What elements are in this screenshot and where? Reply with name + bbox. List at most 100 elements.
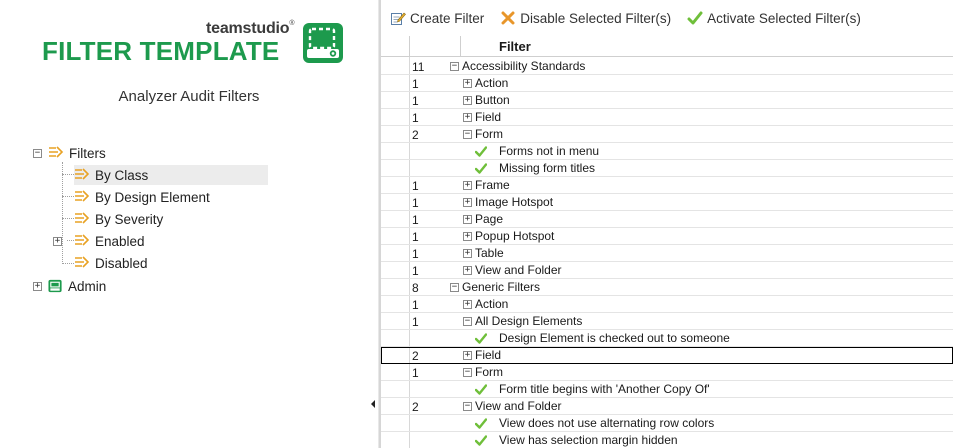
- collapse-icon[interactable]: −: [450, 61, 459, 71]
- table-row[interactable]: 1 − All Design Elements: [381, 313, 953, 330]
- row-count: 1: [412, 196, 419, 210]
- table-row[interactable]: 1 + Button: [381, 92, 953, 109]
- expand-icon[interactable]: +: [463, 197, 472, 207]
- collapse-icon[interactable]: −: [450, 282, 459, 292]
- filter-cell: − All Design Elements: [463, 314, 582, 328]
- table-row[interactable]: 1 − Form: [381, 364, 953, 381]
- expand-icon[interactable]: +: [463, 299, 472, 309]
- row-count: 1: [412, 94, 419, 108]
- table-row[interactable]: Forms not in menu: [381, 143, 953, 160]
- table-row[interactable]: 2 − Form: [381, 126, 953, 143]
- tree-node-by-design-element[interactable]: By Design Element: [74, 187, 212, 207]
- collapse-icon[interactable]: −: [33, 148, 42, 158]
- filter-cell: + Field: [463, 348, 501, 362]
- table-row[interactable]: View has selection margin hidden: [381, 432, 953, 448]
- table-row[interactable]: 1 + Image Hotspot: [381, 194, 953, 211]
- expand-icon[interactable]: +: [463, 112, 472, 122]
- expand-icon[interactable]: +: [463, 350, 472, 360]
- expand-icon[interactable]: +: [463, 214, 472, 224]
- filter-label: Design Element is checked out to someone: [499, 331, 730, 345]
- filter-label: Action: [475, 297, 509, 311]
- collapse-icon[interactable]: −: [463, 129, 472, 139]
- filter-label: Accessibility Standards: [462, 59, 586, 73]
- expand-icon[interactable]: +: [33, 281, 42, 291]
- table-row[interactable]: 2 + Field: [381, 347, 953, 364]
- tree-node-admin[interactable]: + Admin: [33, 276, 108, 296]
- collapse-icon[interactable]: −: [463, 367, 472, 377]
- filter-cell: Missing form titles: [475, 161, 595, 175]
- expand-icon[interactable]: +: [463, 265, 472, 275]
- table-row[interactable]: 8 − Generic Filters: [381, 279, 953, 296]
- tree-node-enabled[interactable]: + Enabled: [53, 231, 147, 251]
- tree-label: Disabled: [95, 255, 148, 271]
- expand-icon[interactable]: +: [463, 180, 472, 190]
- activate-check-icon: [687, 11, 703, 25]
- row-count: 8: [412, 281, 419, 295]
- create-filter-button[interactable]: Create Filter: [390, 10, 484, 26]
- row-count: 1: [412, 179, 419, 193]
- table-row[interactable]: 1 + View and Folder: [381, 262, 953, 279]
- table-row[interactable]: Form title begins with 'Another Copy Of': [381, 381, 953, 398]
- tree-node-by-class[interactable]: By Class: [74, 165, 268, 185]
- tree-node-disabled[interactable]: Disabled: [74, 253, 150, 273]
- product-title: FILTER TEMPLATE: [42, 36, 280, 66]
- filter-cell: View does not use alternating row colors: [475, 416, 714, 430]
- filter-label: Page: [475, 212, 504, 226]
- filter-icon: [49, 146, 64, 158]
- table-row[interactable]: 11 − Accessibility Standards: [381, 58, 953, 75]
- table-row[interactable]: 1 + Page: [381, 211, 953, 228]
- filter-icon: [75, 256, 90, 268]
- filter-label: View has selection margin hidden: [499, 433, 678, 447]
- table-row[interactable]: 1 + Frame: [381, 177, 953, 194]
- row-count: 2: [412, 349, 419, 363]
- table-row[interactable]: 1 + Popup Hotspot: [381, 228, 953, 245]
- filter-cell: − Form: [463, 127, 503, 141]
- expand-icon[interactable]: +: [463, 78, 472, 88]
- content-pane: Create Filter Disable Selected Filter(s)…: [381, 0, 953, 448]
- filter-label: View and Folder: [475, 263, 562, 277]
- expand-icon[interactable]: +: [53, 236, 62, 246]
- tree-node-by-severity[interactable]: By Severity: [74, 209, 165, 229]
- expand-icon[interactable]: +: [463, 248, 472, 258]
- table-row[interactable]: 1 + Table: [381, 245, 953, 262]
- filter-label: Forms not in menu: [499, 144, 600, 158]
- table-row[interactable]: 1 + Field: [381, 109, 953, 126]
- table-row[interactable]: Design Element is checked out to someone: [381, 330, 953, 347]
- filter-label: Table: [475, 246, 504, 260]
- checkmark-icon: [475, 434, 487, 446]
- expand-icon[interactable]: +: [463, 95, 472, 105]
- filter-cell: + Button: [463, 93, 510, 107]
- tree-label: By Severity: [95, 211, 164, 227]
- checkmark-icon: [475, 383, 487, 395]
- filter-label: All Design Elements: [475, 314, 583, 328]
- collapse-pane-arrow-icon[interactable]: [371, 400, 375, 408]
- table-row[interactable]: 2 − View and Folder: [381, 398, 953, 415]
- expand-icon[interactable]: +: [463, 231, 472, 241]
- filter-cell: + Image Hotspot: [463, 195, 553, 209]
- table-row[interactable]: 1 + Action: [381, 296, 953, 313]
- filter-cell: + Action: [463, 76, 508, 90]
- table-row[interactable]: View does not use alternating row colors: [381, 415, 953, 432]
- checkmark-icon: [475, 332, 487, 344]
- filter-cell: + Page: [463, 212, 503, 226]
- table-row[interactable]: Missing form titles: [381, 160, 953, 177]
- row-count: 1: [412, 366, 419, 380]
- collapse-icon[interactable]: −: [463, 401, 472, 411]
- activate-filters-button[interactable]: Activate Selected Filter(s): [687, 10, 861, 26]
- navigation-pane: teamstudio® FILTER TEMPLATE Analyzer Aud…: [0, 0, 378, 448]
- table-row[interactable]: 1 + Action: [381, 75, 953, 92]
- filter-cell: Form title begins with 'Another Copy Of': [475, 382, 710, 396]
- filter-label: Frame: [475, 178, 510, 192]
- row-count: 11: [412, 60, 425, 74]
- filter-label: Image Hotspot: [475, 195, 554, 209]
- row-count: 1: [412, 213, 419, 227]
- column-header-filter[interactable]: Filter: [499, 39, 531, 54]
- collapse-icon[interactable]: −: [463, 316, 472, 326]
- tree-node-filters[interactable]: − Filters: [33, 143, 108, 163]
- filter-label: Field: [475, 348, 502, 362]
- filter-icon: [75, 234, 90, 246]
- disable-filters-button[interactable]: Disable Selected Filter(s): [500, 10, 671, 26]
- disable-x-icon: [501, 11, 515, 25]
- row-count: 1: [412, 264, 419, 278]
- filter-icon: [75, 190, 90, 202]
